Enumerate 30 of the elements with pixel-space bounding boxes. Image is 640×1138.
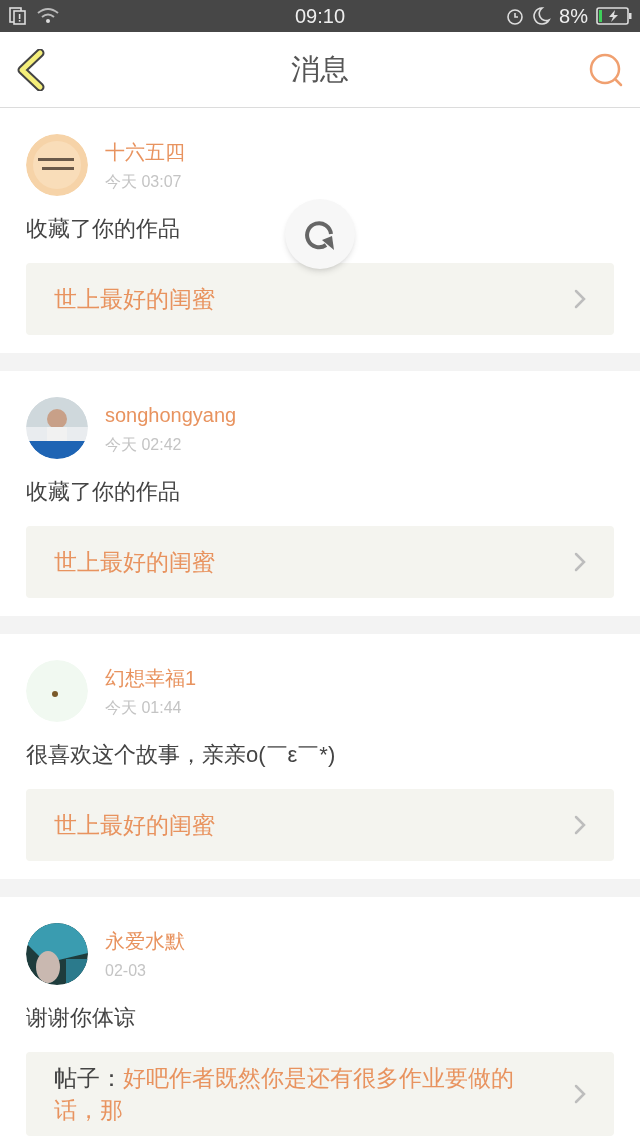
chevron-right-icon xyxy=(574,552,586,572)
linked-item[interactable]: 帖子：好吧作者既然你是还有很多作业要做的话，那 xyxy=(26,1052,614,1136)
chevron-right-icon xyxy=(574,1084,586,1104)
message-time: 今天 03:07 xyxy=(105,171,183,192)
message-text: 很喜欢这个故事，亲亲o(￣ε￣*) xyxy=(26,741,336,769)
wifi-icon xyxy=(36,7,60,25)
user-name[interactable]: songhongyang xyxy=(105,399,237,430)
user-name[interactable]: 幻想幸福1 xyxy=(105,662,197,693)
battery-percent: 8% xyxy=(559,4,588,29)
alarm-icon xyxy=(505,6,526,26)
user-name[interactable]: 永爱水默 xyxy=(105,925,185,956)
linked-item[interactable]: 世上最好的闺蜜 xyxy=(26,526,614,598)
search-icon xyxy=(588,51,624,88)
page-title: 消息 xyxy=(290,51,350,87)
notification-icon xyxy=(8,6,28,26)
chevron-right-icon xyxy=(574,815,586,835)
message-text: 收藏了你的作品 xyxy=(26,215,180,243)
user-name[interactable]: 十六五四 xyxy=(105,136,185,167)
message-time: 02-03 xyxy=(105,960,147,981)
status-time: 09:10 xyxy=(293,4,347,29)
battery-charging-icon xyxy=(596,7,632,25)
moon-icon xyxy=(533,6,552,26)
chevron-right-icon xyxy=(574,289,586,309)
message-text: 收藏了你的作品 xyxy=(26,478,180,506)
message-time: 今天 02:42 xyxy=(105,434,183,455)
linked-item[interactable]: 世上最好的闺蜜 xyxy=(26,263,614,335)
message-time: 今天 01:44 xyxy=(105,697,183,718)
back-chevron-icon xyxy=(16,48,46,91)
linked-item[interactable]: 世上最好的闺蜜 xyxy=(26,789,614,861)
message-text: 谢谢你体谅 xyxy=(26,1004,136,1032)
